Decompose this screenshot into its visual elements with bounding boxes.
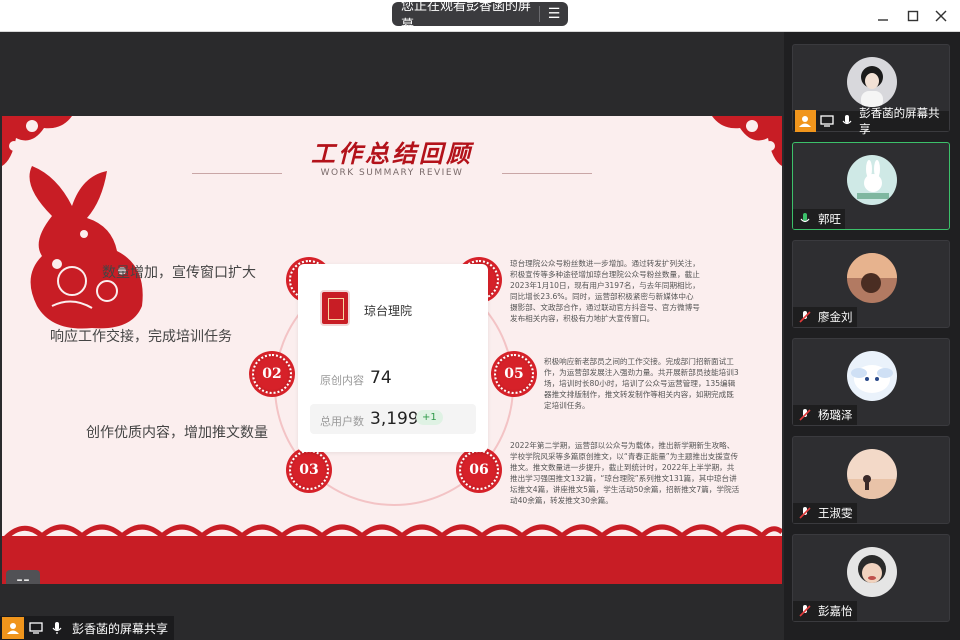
microphone-muted-icon — [796, 406, 814, 424]
participant-name: 彭嘉怡 — [818, 604, 853, 618]
presenter-user-icon — [2, 617, 24, 639]
participant-label: 廖金刘 — [793, 307, 857, 327]
shared-screen-stage: 工作总结回顾 WORK SUMMARY REVIEW 数量增加，宣传窗口扩大 响… — [0, 32, 784, 640]
participant-label: 彭嘉怡 — [793, 601, 857, 621]
microphone-muted-icon — [796, 602, 814, 620]
summary-item-03: 创作优质内容，增加推文数量 — [86, 425, 268, 441]
participant-avatar — [847, 449, 897, 499]
participant-name: 廖金刘 — [818, 310, 853, 324]
summary-item-01: 数量增加，宣传窗口扩大 — [102, 265, 256, 281]
corner-ornament-right — [712, 116, 782, 166]
stat-original-value: 74 — [370, 368, 392, 388]
microphone-active-icon — [796, 210, 814, 228]
summary-item-02: 响应工作交接，完成培训任务 — [50, 329, 232, 345]
badge-03: 03 — [289, 450, 329, 490]
paragraph-03: 2022年第二学期，运营部以公众号为载体，推出新学期新生攻略、学校学院风采等多篇… — [510, 441, 740, 505]
title-divider-right — [502, 173, 592, 174]
close-icon[interactable] — [930, 6, 952, 26]
account-logo-icon — [320, 290, 350, 326]
badge-02: 02 — [252, 354, 292, 394]
participant-name: 王淑雯 — [818, 506, 853, 520]
sharing-banner[interactable]: 您正在观看彭香菡的屏幕 ☰ — [392, 0, 568, 33]
presenter-user-icon — [795, 110, 816, 132]
participant-name: 杨璐泽 — [818, 408, 853, 422]
maximize-icon[interactable] — [902, 6, 924, 26]
minimize-icon[interactable] — [872, 6, 894, 26]
participant-tile-5[interactable]: 彭嘉怡 — [792, 534, 950, 622]
stat-users-value: 3,199 — [370, 409, 419, 429]
participant-name: 郭旺 — [818, 212, 841, 226]
badge-05: 05 — [494, 354, 534, 394]
participant-label: 郭旺 — [793, 209, 845, 229]
participant-tile-2[interactable]: 廖金刘 — [792, 240, 950, 328]
presentation-slide: 工作总结回顾 WORK SUMMARY REVIEW 数量增加，宣传窗口扩大 响… — [2, 116, 782, 584]
list-outline-icon: ☷ — [16, 576, 30, 585]
slide-title: 工作总结回顾 — [311, 139, 473, 168]
participant-name: 彭香菡的屏幕共享 — [859, 106, 940, 136]
screen-share-icon — [27, 619, 45, 637]
participant-label: 杨璐泽 — [793, 405, 857, 425]
account-stats-card: 琼台理院 原创内容 74 总用户数 3,199 +1 — [298, 264, 488, 452]
presenter-label-text: 彭香菡的屏幕共享 — [72, 621, 169, 636]
list-icon[interactable]: ☰ — [540, 6, 568, 22]
stat-users-label: 总用户数 — [320, 415, 364, 428]
participant-avatar — [847, 351, 897, 401]
microphone-icon — [48, 619, 66, 637]
participant-tile-4[interactable]: 王淑雯 — [792, 436, 950, 524]
participant-tile-3[interactable]: 杨璐泽 — [792, 338, 950, 426]
rabbit-papercut-image — [29, 166, 143, 329]
microphone-muted-icon — [796, 504, 814, 522]
stat-users-delta: +1 — [416, 410, 443, 425]
paragraph-02: 积极响应新老部员之间的工作交接。完成部门招新面试工作，为运营部发展注入强劲力量。… — [544, 357, 739, 410]
participant-avatar — [847, 57, 897, 107]
meeting-window: 您正在观看彭香菡的屏幕 ☰ 工作总结回顾 WORK SUMMARY REVIEW… — [0, 0, 960, 640]
presenter-label: 彭香菡的屏幕共享 — [0, 616, 174, 640]
participant-tile-1[interactable]: 郭旺 — [792, 142, 950, 230]
badge-06: 06 — [459, 450, 499, 490]
microphone-icon — [838, 112, 855, 130]
screen-share-icon — [819, 112, 836, 130]
participant-avatar — [847, 155, 897, 205]
participant-sidebar: 彭香菡的屏幕共享 郭旺 廖金刘 杨璐泽 王淑雯 彭嘉怡 — [784, 32, 960, 640]
table-of-contents-button[interactable]: ☷ — [6, 570, 40, 584]
participant-label: 王淑雯 — [793, 503, 857, 523]
slide-bottom-band — [2, 536, 782, 584]
title-bar: 您正在观看彭香菡的屏幕 ☰ — [0, 0, 960, 33]
title-divider-left — [192, 173, 282, 174]
participant-tile-0[interactable]: 彭香菡的屏幕共享 — [792, 44, 950, 136]
microphone-muted-icon — [796, 308, 814, 326]
participant-label: 彭香菡的屏幕共享 — [793, 106, 949, 136]
paragraph-01: 琼台理院公众号粉丝数进一步增加。通过转发扩列关注，积极宣传等多种途径增加琼台理院… — [510, 259, 700, 323]
stat-original-label: 原创内容 — [320, 374, 364, 387]
sharing-banner-text: 您正在观看彭香菡的屏幕 — [401, 0, 532, 33]
participant-avatar — [847, 547, 897, 597]
participant-avatar — [847, 253, 897, 303]
slide-subtitle: WORK SUMMARY REVIEW — [320, 168, 464, 178]
account-name: 琼台理院 — [364, 304, 413, 318]
